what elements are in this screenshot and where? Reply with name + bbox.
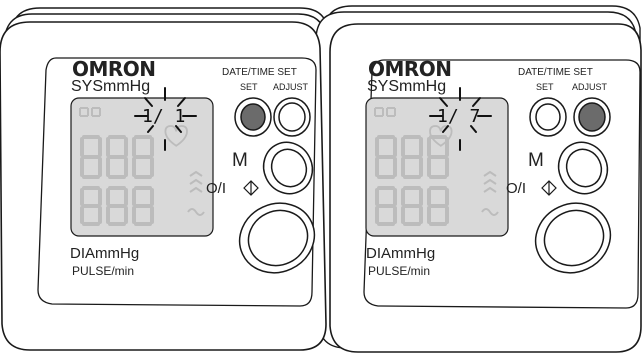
set-label: SET: [536, 82, 554, 92]
power-label: O/I: [206, 180, 227, 197]
lcd-date-value: 1/ 7: [437, 106, 481, 127]
adjust-label: ADJUST: [572, 82, 608, 92]
adjust-button[interactable]: [274, 98, 310, 136]
power-button[interactable]: [240, 204, 316, 272]
pulse-label: PULSE/min: [72, 264, 135, 278]
set-label: SET: [240, 82, 258, 92]
datetime-set-label: DATE/TIME SET: [222, 67, 297, 78]
adjust-button[interactable]: [574, 98, 610, 136]
memory-button[interactable]: [264, 142, 312, 194]
memory-label: M: [528, 150, 544, 171]
memory-label: M: [232, 150, 248, 171]
datetime-set-label: DATE/TIME SET: [518, 67, 593, 78]
set-button[interactable]: [235, 98, 271, 136]
pulse-label: PULSE/min: [368, 264, 431, 278]
illustration: OMRON SYSmmHg DATE/TIME SET SET ADJUST 1…: [0, 0, 642, 354]
power-button[interactable]: [536, 204, 612, 272]
lcd-date-value: 1/ 1: [142, 106, 186, 127]
set-button[interactable]: [530, 98, 566, 136]
memory-button[interactable]: [559, 142, 607, 194]
dia-label: DIAmmHg: [366, 245, 436, 262]
power-label: O/I: [506, 180, 527, 197]
sys-label: SYSmmHg: [71, 78, 151, 95]
dia-label: DIAmmHg: [70, 245, 140, 262]
adjust-label: ADJUST: [273, 82, 309, 92]
sys-label: SYSmmHg: [367, 78, 447, 95]
device-shells: [0, 5, 642, 353]
